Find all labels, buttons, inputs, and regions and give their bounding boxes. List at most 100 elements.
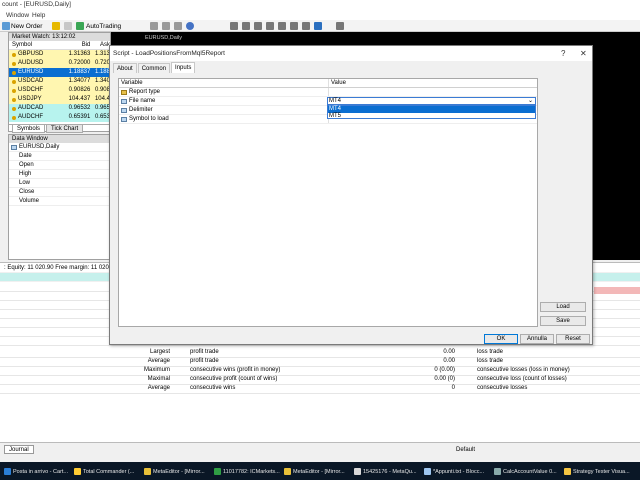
report-cell: loss trade <box>477 349 504 355</box>
app-icon <box>74 468 81 475</box>
taskbar-item[interactable]: MetaEditor - [Mirror... <box>144 466 205 477</box>
taskbar: Posta in arrivo - Cart... Total Commander… <box>0 462 640 480</box>
taskbar-item[interactable]: *Appunti.txt - Blocc... <box>424 466 484 477</box>
bid-cell: 104.437 <box>68 96 91 102</box>
market-watch-row[interactable]: USDCAD 1.34077 1.340 <box>9 77 110 86</box>
market-watch-tabs: Symbols Tick Chart <box>9 124 110 133</box>
app-icon <box>4 468 11 475</box>
symbol-name: USDJPY <box>18 96 42 102</box>
ok-button[interactable]: OK <box>484 334 518 344</box>
trendline-icon[interactable] <box>278 22 286 30</box>
symbol-name: USDCHF <box>18 87 43 93</box>
ask-cell: 0.653 <box>94 114 110 120</box>
data-window-row: Volume <box>9 197 110 206</box>
app-icon <box>424 468 431 475</box>
metaeditor-icon[interactable] <box>52 22 60 30</box>
taskbar-item-label: 11017782: ICMarkets... <box>223 468 280 475</box>
market-watch-row[interactable]: USDCHF 0.90826 0.908 <box>9 86 110 95</box>
chart-line-icon[interactable] <box>174 22 182 30</box>
symbol-status-icon <box>12 88 16 93</box>
symbol-cell: EURUSD <box>9 68 63 77</box>
window-title: count - [EURUSD,Daily] <box>2 1 71 8</box>
taskbar-item[interactable]: CalcAccountValue 0... <box>494 466 557 477</box>
col-symbol[interactable]: Symbol <box>9 41 63 49</box>
tab-common[interactable]: Common <box>137 63 171 73</box>
market-watch-row[interactable]: GBPUSD 1.31363 1.313 <box>9 50 110 59</box>
market-watch-row[interactable]: EURUSD 1.18837 1.188 <box>9 68 110 77</box>
autotrading-button[interactable]: AutoTrading <box>86 21 121 31</box>
vertical-line-icon[interactable] <box>254 22 262 30</box>
taskbar-item[interactable]: 11017782: ICMarkets... <box>214 466 280 477</box>
history-icon[interactable] <box>64 22 72 30</box>
param-name: File name <box>129 97 156 104</box>
new-order-button[interactable]: New Order <box>11 21 42 31</box>
symbol-status-icon <box>12 61 16 66</box>
cancel-button[interactable]: Annulla <box>520 334 554 344</box>
taskbar-item[interactable]: Strategy Tester Visua... <box>564 466 630 477</box>
report-type-select[interactable]: MT4 ⌄ <box>327 97 536 105</box>
taskbar-item[interactable]: Posta in arrivo - Cart... <box>4 466 68 477</box>
input-param-row[interactable]: Report type <box>119 88 537 97</box>
taskbar-item[interactable]: Total Commander (... <box>74 466 134 477</box>
market-watch-row[interactable]: USDJPY 104.437 104.4 <box>9 95 110 104</box>
reset-button[interactable]: Reset <box>556 334 590 344</box>
bid-cell: 0.65391 <box>68 114 91 120</box>
taskbar-item[interactable]: MetaEditor - [Mirror... <box>284 466 345 477</box>
dialog-tabs: About Common Inputs <box>110 62 592 73</box>
menu-help[interactable]: Help <box>32 12 45 19</box>
param-value[interactable] <box>329 88 537 96</box>
data-window-key: High <box>19 171 32 177</box>
zoom-icon[interactable] <box>186 22 194 30</box>
crosshair-icon[interactable] <box>242 22 250 30</box>
report-cell: consecutive losses (loss in money) <box>477 367 570 373</box>
data-window-row: Close <box>9 188 110 197</box>
taskbar-item-label: MetaEditor - [Mirror... <box>153 468 205 475</box>
load-button[interactable]: Load <box>540 302 586 312</box>
ask-cell: 0.965 <box>94 105 110 111</box>
option-mt5[interactable]: MT5 <box>328 113 535 120</box>
chart-bars-icon[interactable] <box>150 22 158 30</box>
col-variable[interactable]: Variable <box>119 79 329 87</box>
tab-journal[interactable]: Journal <box>4 445 34 454</box>
menu-window[interactable]: Window <box>6 12 29 19</box>
col-value[interactable]: Value <box>329 79 537 87</box>
symbol-status-icon <box>12 106 16 111</box>
fibo-icon[interactable] <box>302 22 310 30</box>
param-name: Delimiter <box>129 106 153 113</box>
tab-about[interactable]: About <box>113 63 137 73</box>
text-param-icon <box>121 116 127 122</box>
col-ask[interactable]: Ask <box>92 41 110 49</box>
market-watch-row[interactable]: AUDCHF 0.65391 0.653 <box>9 113 110 122</box>
close-button[interactable]: ✕ <box>580 49 587 58</box>
chart-candles-icon[interactable] <box>162 22 170 30</box>
help-button[interactable]: ? <box>561 49 565 58</box>
text-icon[interactable] <box>314 22 322 30</box>
tab-tick-chart[interactable]: Tick Chart <box>46 125 84 133</box>
market-watch-row[interactable]: AUDCAD 0.96532 0.965 <box>9 104 110 113</box>
horizontal-line-icon[interactable] <box>266 22 274 30</box>
ask-cell: 1.313 <box>94 51 110 57</box>
channel-icon[interactable] <box>290 22 298 30</box>
taskbar-item[interactable]: 15425176 - MetaQu... <box>354 466 417 477</box>
tab-inputs[interactable]: Inputs <box>171 62 196 73</box>
col-bid[interactable]: Bid <box>63 41 92 49</box>
chart-right-edge[interactable] <box>594 32 640 260</box>
chevron-down-icon[interactable]: ⌄ <box>528 98 533 105</box>
market-watch-row[interactable]: AUDUSD 0.72000 0.720 <box>9 59 110 68</box>
save-button[interactable]: Save <box>540 316 586 326</box>
dialog-title: Script - LoadPositionsFromMql5Report <box>113 50 225 57</box>
shapes-icon[interactable] <box>336 22 344 30</box>
terminal-tabs-bar: Journal Default <box>0 442 640 457</box>
data-window-key: Close <box>19 189 35 195</box>
report-cell: profit trade <box>190 358 219 364</box>
tab-symbols[interactable]: Symbols <box>12 125 46 133</box>
option-mt4[interactable]: MT4 <box>328 106 535 113</box>
cursor-icon[interactable] <box>230 22 238 30</box>
taskbar-item-label: Posta in arrivo - Cart... <box>13 468 69 475</box>
report-type-selected: MT4 <box>329 98 341 104</box>
taskbar-item-label: CalcAccountValue 0... <box>503 468 557 475</box>
taskbar-item-label: 15425176 - MetaQu... <box>363 468 417 475</box>
report-type-dropdown: MT4 MT5 <box>327 105 536 119</box>
status-profile: Default <box>456 447 476 453</box>
param-name: Symbol to load <box>129 115 169 122</box>
